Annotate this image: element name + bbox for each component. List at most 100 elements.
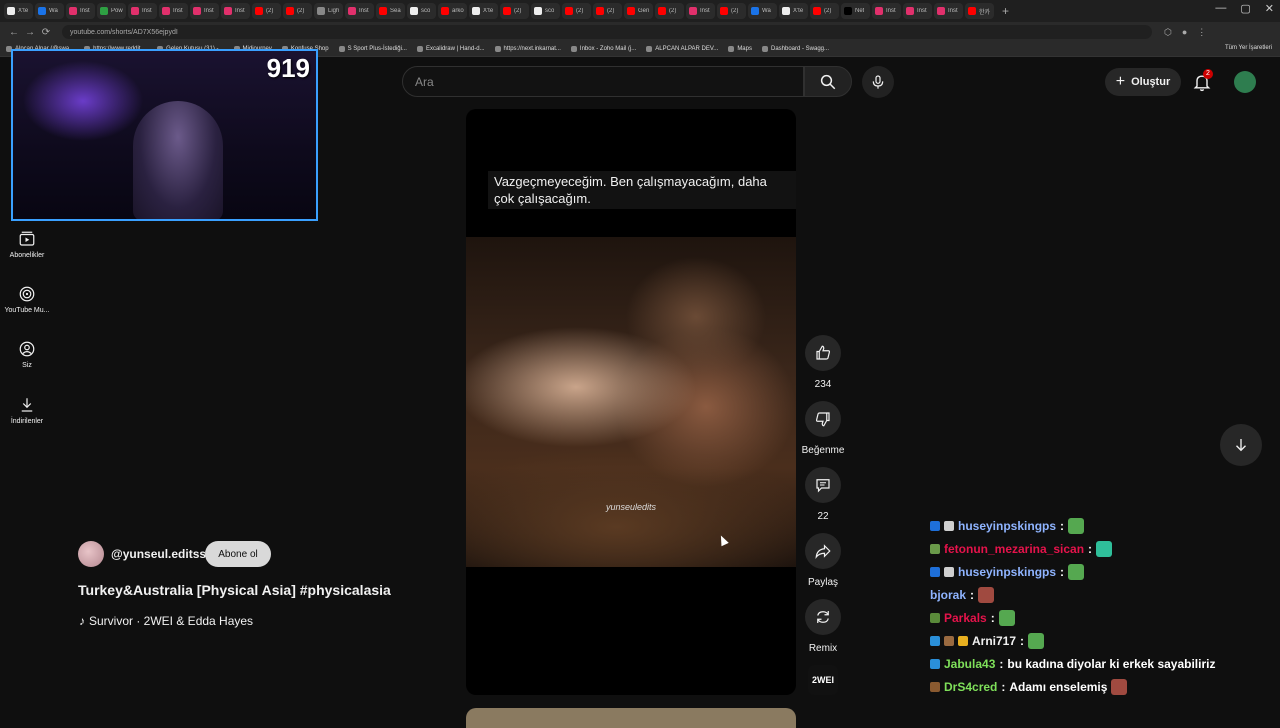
profile-icon[interactable]: ● <box>1182 27 1187 38</box>
browser-tab[interactable]: Ligh <box>314 3 343 19</box>
browser-tab[interactable]: (2) <box>717 3 746 19</box>
back-icon[interactable]: ← <box>6 27 22 38</box>
browser-tab[interactable]: Inst <box>128 3 157 19</box>
comments-button[interactable]: 22 <box>804 467 842 522</box>
music-link[interactable]: ♪ Survivor · 2WEI & Edda Hayes <box>79 614 253 628</box>
browser-tab[interactable]: (2) <box>252 3 281 19</box>
browser-tab[interactable]: (2) <box>562 3 591 19</box>
sidebar-item-you[interactable]: Siz <box>0 340 54 369</box>
tab-favicon-icon <box>720 7 728 15</box>
menu-icon[interactable]: ⋮ <box>1197 27 1206 38</box>
chat-message: Arni717: <box>930 629 1270 652</box>
bookmark-item[interactable]: Dashboard - Swagg... <box>761 46 829 52</box>
browser-tab[interactable]: (2) <box>655 3 684 19</box>
browser-tab[interactable]: Inst <box>686 3 715 19</box>
browser-tab[interactable]: Sea <box>376 3 405 19</box>
browser-tab[interactable]: Inst <box>934 3 963 19</box>
shorts-video-player[interactable]: Vazgeçmeyeceğim. Ben çalışmayacağım, dah… <box>466 109 796 695</box>
browser-tab[interactable]: Gen <box>624 3 653 19</box>
reload-icon[interactable]: ⟳ <box>38 27 54 38</box>
bookmark-item[interactable]: ALPCAN ALPAR DEV... <box>646 46 718 52</box>
bookmark-item[interactable]: Maps <box>728 46 752 52</box>
browser-tab[interactable]: X'te <box>779 3 808 19</box>
browser-tab[interactable]: (2) <box>500 3 529 19</box>
arrow-down-icon <box>1236 439 1246 452</box>
chat-message: fetonun_mezarina_sican: <box>930 537 1270 560</box>
tab-title: Pow <box>111 8 123 14</box>
browser-tab[interactable]: (2) <box>283 3 312 19</box>
bookmark-item[interactable]: Excalidraw | Hand-d... <box>416 46 485 52</box>
browser-tab[interactable]: Pow <box>97 3 126 19</box>
forward-icon[interactable]: → <box>22 27 38 38</box>
next-short-preview[interactable] <box>466 708 796 728</box>
notifications-button[interactable]: 2 <box>1192 69 1213 92</box>
close-icon[interactable]: ✕ <box>1265 2 1274 15</box>
remix-button[interactable]: Remix <box>804 599 842 654</box>
browser-tab[interactable]: Net <box>841 3 870 19</box>
bookmark-item[interactable]: https://next.inkarnat... <box>494 46 561 52</box>
tab-title: (2) <box>514 8 522 14</box>
browser-tab[interactable]: 한카 <box>965 3 994 19</box>
tab-favicon-icon <box>813 7 821 15</box>
account-avatar[interactable] <box>1234 71 1256 93</box>
tab-title: X'te <box>483 8 494 14</box>
share-button[interactable]: Paylaş <box>804 533 842 588</box>
sidebar-item-subscriptions[interactable]: Abonelikler <box>0 230 54 259</box>
sound-thumbnail[interactable]: 2WEI <box>808 665 838 695</box>
subscribe-button[interactable]: Abone ol <box>205 541 271 567</box>
tab-title: sco <box>545 8 555 14</box>
browser-tab[interactable]: (2) <box>810 3 839 19</box>
sidebar-item-label: Siz <box>22 362 32 369</box>
browser-tab[interactable]: arko <box>438 3 467 19</box>
browser-tab[interactable]: (2) <box>593 3 622 19</box>
browser-tab[interactable]: X'te <box>4 3 33 19</box>
search-input[interactable]: Ara <box>402 66 804 97</box>
chat-username: fetonun_mezarina_sican <box>944 541 1085 556</box>
chat-separator: : <box>999 656 1004 671</box>
browser-tab[interactable]: Wa <box>748 3 777 19</box>
voice-search-button[interactable] <box>862 66 894 98</box>
minimize-icon[interactable]: — <box>1215 2 1226 15</box>
browser-tab[interactable]: sco <box>407 3 436 19</box>
create-button[interactable]: + Oluştur <box>1105 68 1181 96</box>
sidebar-item-youtube-music[interactable]: YouTube Mu... <box>0 285 54 314</box>
browser-tab[interactable]: Inst <box>903 3 932 19</box>
chat-badge-icon <box>944 520 954 531</box>
bookmark-item[interactable]: Inbox - Zoho Mail (j... <box>570 46 636 52</box>
all-bookmarks[interactable]: Tüm Yer İşaretleri <box>1225 45 1272 51</box>
sidebar-item-label: YouTube Mu... <box>4 307 50 314</box>
chat-text: bu kadına diyolar ki erkek sayabiliriz <box>1007 656 1216 671</box>
maximize-icon[interactable]: ▢ <box>1240 2 1250 15</box>
chat-message: huseyinpskingps: <box>930 560 1270 583</box>
browser-tab[interactable]: Wa <box>35 3 64 19</box>
search-button[interactable] <box>804 66 852 97</box>
bookmark-item[interactable]: S Sport Plus-İstediği... <box>338 46 407 52</box>
chat-badge-icon <box>958 635 968 646</box>
browser-tab[interactable]: Inst <box>66 3 95 19</box>
chat-separator: : <box>1020 633 1025 648</box>
browser-tab[interactable]: Inst <box>872 3 901 19</box>
video-frame <box>466 237 796 567</box>
sidebar-item-downloads[interactable]: İndirilenler <box>0 396 54 425</box>
tab-title: Inst <box>235 8 245 14</box>
like-button[interactable]: 234 <box>804 335 842 390</box>
chat-separator: : <box>1088 541 1093 556</box>
extension-icon[interactable]: ⬡ <box>1164 27 1172 38</box>
browser-tab[interactable]: sco <box>531 3 560 19</box>
new-tab-icon[interactable]: + <box>1002 4 1009 18</box>
tab-title: arko <box>452 8 464 14</box>
bookmark-favicon-icon <box>338 46 345 52</box>
chat-separator: : <box>990 610 995 625</box>
browser-tab[interactable]: Inst <box>345 3 374 19</box>
channel-name[interactable]: @yunseul.editss <box>111 547 206 561</box>
browser-tab[interactable]: Inst <box>221 3 250 19</box>
browser-tab[interactable]: X'te <box>469 3 498 19</box>
chat-username: Parkals <box>944 610 987 625</box>
next-video-button[interactable] <box>1220 424 1262 466</box>
browser-tab[interactable]: Inst <box>190 3 219 19</box>
channel-avatar[interactable] <box>78 541 104 567</box>
browser-tab[interactable]: Inst <box>159 3 188 19</box>
tab-favicon-icon <box>844 7 852 15</box>
url-field[interactable]: youtube.com/shorts/AD7X56ejpydI <box>62 25 1152 39</box>
dislike-button[interactable]: Beğenme <box>802 401 844 456</box>
